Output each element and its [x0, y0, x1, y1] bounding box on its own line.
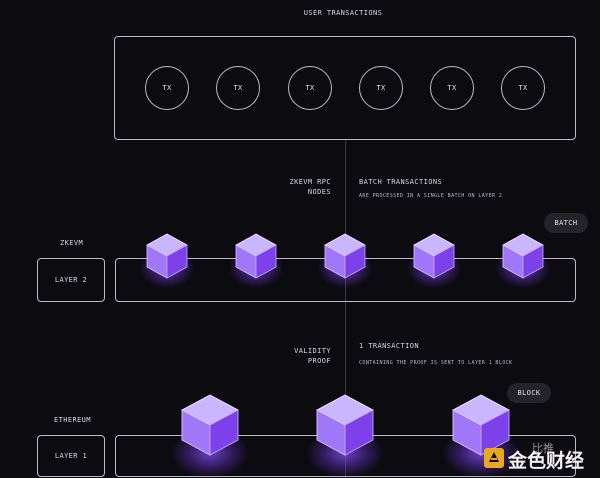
one-transaction-subtitle: CONTAINING THE PROOF IS SENT TO LAYER 1 … [359, 360, 513, 366]
block-badge: BLOCK [507, 383, 551, 403]
batch-cube-icon [502, 233, 544, 279]
zkevm-network-label: ZKEVM [60, 239, 84, 247]
watermark-logo-icon [483, 447, 505, 473]
validity-proof-label-line2: PROOF [307, 357, 331, 365]
batch-transactions-subtitle: ARE PROCESSED IN A SINGLE BATCH ON LAYER… [359, 193, 503, 199]
layer2-label: LAYER 2 [54, 276, 88, 284]
batch-badge: BATCH [544, 213, 588, 233]
batch-cube-icon [324, 233, 366, 279]
watermark-text: 金色财经 [508, 450, 585, 472]
tx-circle: TX [288, 66, 332, 110]
block-cube-icon [181, 394, 239, 456]
tx-circle: TX [145, 66, 189, 110]
one-transaction-title: 1 TRANSACTION [359, 342, 419, 350]
batch-cube-icon [235, 233, 277, 279]
rpc-nodes-label-line1: ZKEVM RPC [289, 178, 331, 186]
tx-circle: TX [430, 66, 474, 110]
batch-cube-icon [146, 233, 188, 279]
tx-circle: TX [359, 66, 403, 110]
layer1-label: LAYER 1 [54, 452, 88, 460]
tx-circle: TX [216, 66, 260, 110]
block-cube-icon [316, 394, 374, 456]
ethereum-network-label: ETHEREUM [54, 416, 91, 424]
batch-transactions-title: BATCH TRANSACTIONS [359, 178, 443, 186]
rpc-nodes-label-line2: NODES [307, 188, 331, 196]
validity-proof-label-line1: VALIDITY [294, 347, 331, 355]
tx-circle: TX [501, 66, 545, 110]
batch-cube-icon [413, 233, 455, 279]
user-transactions-title: USER TRANSACTIONS [303, 9, 383, 17]
